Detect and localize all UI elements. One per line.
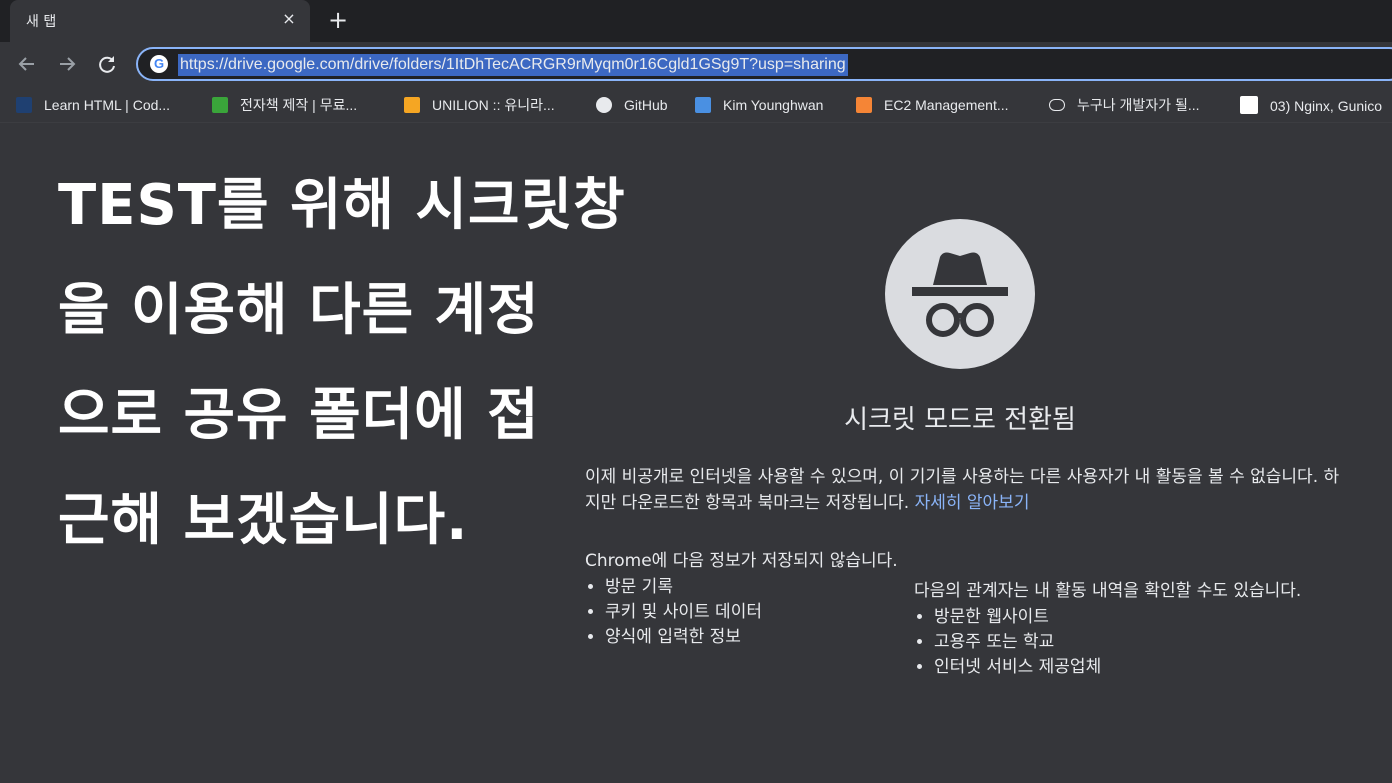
google-icon: G [150,55,168,73]
list-item: 고용주 또는 학교 [934,630,1101,655]
bookmark-label: Kim Younghwan [723,97,824,113]
github-icon [596,97,612,113]
incognito-page: TEST를 위해 시크릿창 을 이용해 다른 계정 으로 공유 폴더에 접 근해… [0,123,1392,783]
new-tab-icon[interactable]: + [327,8,349,34]
bookmark-label: Learn HTML | Cod... [44,97,171,113]
bookmark-item[interactable]: 전자책 제작 | 무료... [212,96,357,114]
aws-icon [856,97,872,113]
incognito-title: 시크릿 모드로 전환됨 [844,405,1076,435]
bookmark-label: EC2 Management... [884,97,1009,113]
visible-to-list: 방문한 웹사이트 고용주 또는 학교 인터넷 서비스 제공업체 [914,605,1101,680]
not-saved-list: 방문 기록 쿠키 및 사이트 데이터 양식에 입력한 정보 [585,575,762,650]
list-item: 양식에 입력한 정보 [605,625,762,650]
not-saved-title: Chrome에 다음 정보가 저장되지 않습니다. [585,551,898,571]
bookmarks-bar: Learn HTML | Cod... 전자책 제작 | 무료... UNILI… [0,88,1392,123]
bookmark-item[interactable]: GitHub [596,96,668,114]
incognito-icon [885,219,1035,369]
wikidocs-icon [1240,96,1258,114]
overlay-line: TEST를 위해 시크릿창 [58,173,626,238]
bookmark-label: GitHub [624,97,668,113]
bookmark-item[interactable]: UNILION :: 유니라... [404,96,555,114]
tab-new-tab[interactable]: 새 탭 × [10,0,310,42]
address-bar[interactable]: G https://drive.google.com/drive/folders… [136,47,1392,81]
codecademy-icon [16,97,32,113]
bookmark-label: UNILION :: 유니라... [432,97,555,113]
blog-icon [695,97,711,113]
bookmark-label: 03) Nginx, Gunico [1270,98,1383,114]
ebook-icon [212,97,228,113]
bookmark-item[interactable]: 03) Nginx, Gunico [1240,96,1382,114]
list-item: 방문한 웹사이트 [934,605,1101,630]
list-item: 쿠키 및 사이트 데이터 [605,600,762,625]
back-arrow-icon[interactable] [16,53,38,75]
bookmark-item[interactable]: Learn HTML | Cod... [16,96,170,114]
incognito-description: 이제 비공개로 인터넷을 사용할 수 있으며, 이 기기를 사용하는 다른 사용… [585,464,1345,516]
unilion-icon [404,97,420,113]
bookmark-item[interactable]: 누구나 개발자가 될... [1049,96,1200,114]
list-item: 방문 기록 [605,575,762,600]
visible-to-title: 다음의 관계자는 내 활동 내역을 확인할 수도 있습니다. [914,581,1302,601]
list-item: 인터넷 서비스 제공업체 [934,655,1101,680]
tab-strip: 새 탭 × + [0,0,1392,42]
close-icon[interactable]: × [280,10,298,28]
overlay-line: 을 이용해 다른 계정 [58,278,540,343]
reload-icon[interactable] [96,53,118,75]
tab-title: 새 탭 [26,14,57,30]
bookmark-item[interactable]: EC2 Management... [856,96,1009,114]
bookmark-item[interactable]: Kim Younghwan [695,96,823,114]
bookmark-label: 전자책 제작 | 무료... [240,97,358,113]
url-input[interactable]: https://drive.google.com/drive/folders/1… [178,54,848,76]
forward-arrow-icon[interactable] [56,53,78,75]
cloud-icon [1049,99,1065,111]
learn-more-link[interactable]: 자세히 알아보기 [915,493,1030,513]
overlay-line: 으로 공유 폴더에 접 [58,383,540,448]
bookmark-label: 누구나 개발자가 될... [1077,97,1200,113]
